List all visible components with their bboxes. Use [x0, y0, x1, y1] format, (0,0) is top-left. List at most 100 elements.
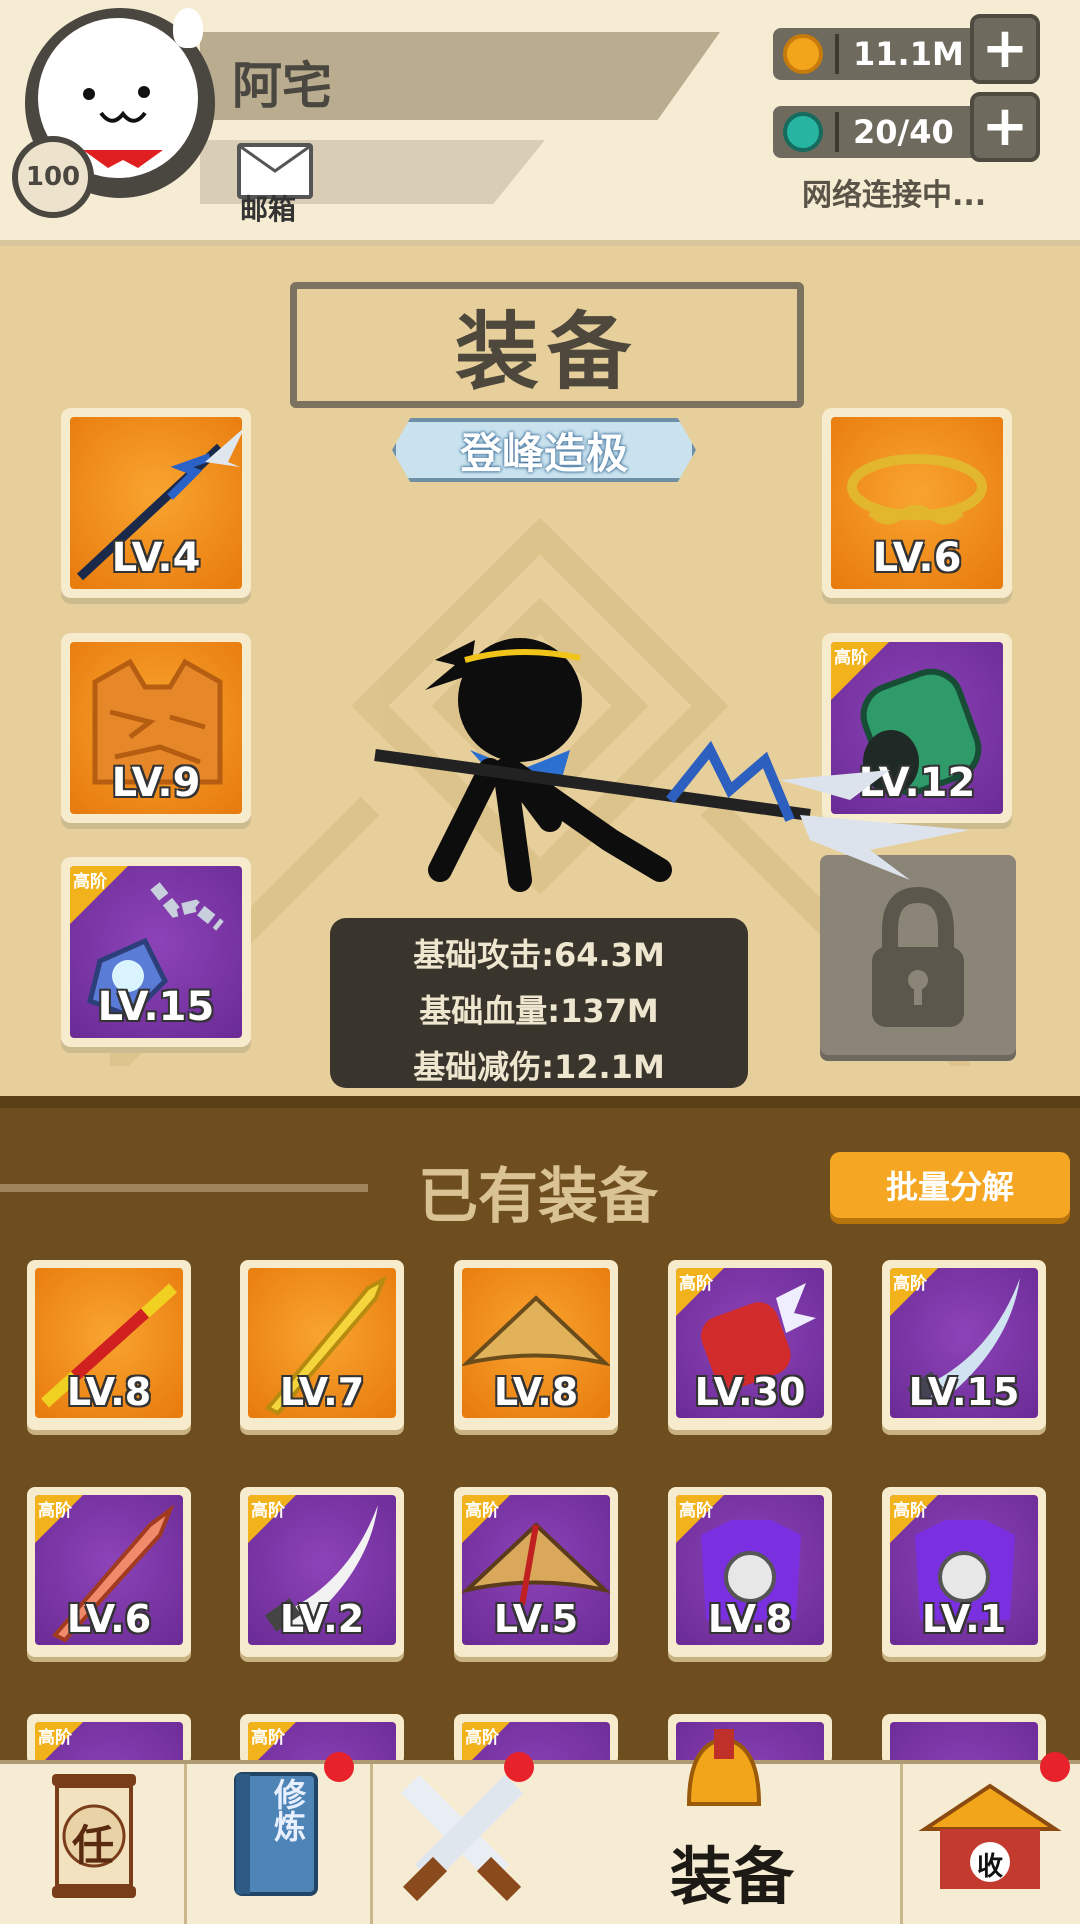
avatar-ear	[173, 8, 203, 48]
inventory-item[interactable]: 高阶	[454, 1714, 618, 1764]
stat-attack: 基础攻击:64.3M	[413, 936, 665, 974]
nav-tab-equipment-active[interactable]: 装备	[554, 1729, 903, 1924]
slot-frame: 高阶 LV.15	[890, 1268, 1038, 1418]
title-line	[0, 1184, 368, 1192]
slot-frame: 高阶 LV.1	[890, 1495, 1038, 1645]
slot-level: LV.2	[279, 1597, 365, 1641]
stat-hp: 基础血量:137M	[419, 992, 659, 1030]
slot-frame: LV.9	[70, 642, 242, 814]
mail-label[interactable]: 邮箱	[240, 188, 296, 228]
active-tab-label: 装备	[670, 1840, 795, 1913]
character-figure	[374, 638, 970, 892]
slot-level: LV.9	[111, 760, 201, 806]
divider	[835, 34, 839, 74]
tier-label: 高阶	[679, 1501, 713, 1521]
crossed-swords-icon	[400, 1774, 524, 1902]
nav-tab-quest[interactable]: 任	[0, 1764, 187, 1924]
owned-title: 已有装备	[418, 1162, 658, 1232]
slot-frame: 高阶 LV.8	[676, 1495, 824, 1645]
slot-level: LV.5	[493, 1597, 579, 1641]
inventory-item[interactable]: 高阶 LV.5	[454, 1487, 618, 1657]
quest-icon-text: 任	[72, 1821, 115, 1870]
slot-frame: LV.4	[70, 417, 242, 589]
slot-frame: LV.8	[462, 1268, 610, 1418]
nav-tab-cultivate[interactable]: 修炼	[184, 1752, 373, 1924]
equip-slot-headband[interactable]: LV.6	[822, 408, 1012, 598]
inventory-item[interactable]: 高阶	[27, 1714, 191, 1764]
inventory-item[interactable]: 高阶 LV.2	[240, 1487, 404, 1657]
coin-amount: 11.1M	[853, 35, 964, 73]
nav-tab-shop[interactable]: 收	[900, 1752, 1080, 1924]
tier-label: 高阶	[465, 1728, 499, 1748]
divider	[0, 1096, 1080, 1108]
rank-banner: 登峰造极	[392, 418, 696, 482]
slot-frame: LV.7	[248, 1268, 396, 1418]
equip-slot-armor[interactable]: LV.9	[61, 633, 251, 823]
inventory-item[interactable]: 高阶 LV.30	[668, 1260, 832, 1430]
inventory-item[interactable]: LV.8	[454, 1260, 618, 1430]
bulk-decompose-button[interactable]: 批量分解	[830, 1152, 1070, 1218]
tier-label: 高阶	[251, 1728, 285, 1748]
pavilion-icon	[918, 1783, 1062, 1889]
helmet-icon	[686, 1729, 762, 1806]
slot-level: LV.1	[921, 1597, 1007, 1641]
gem-amount: 20/40	[853, 113, 954, 151]
tier-label: 高阶	[251, 1501, 285, 1521]
slot-frame	[890, 1722, 1038, 1764]
slot-frame: LV.6	[831, 417, 1003, 589]
add-gems-button[interactable]: +	[970, 92, 1040, 162]
tier-label: 高阶	[73, 872, 107, 892]
inventory-item[interactable]: 高阶	[240, 1714, 404, 1764]
tier-label: 高阶	[679, 1274, 713, 1294]
nav-tab-battle[interactable]	[370, 1752, 557, 1924]
cultivate-icon-text: 修炼	[269, 1778, 307, 1842]
slot-level: LV.6	[872, 535, 962, 581]
equip-slot-weapon[interactable]: LV.4	[61, 408, 251, 598]
slot-level: LV.8	[66, 1370, 152, 1414]
tier-label: 高阶	[38, 1501, 72, 1521]
inventory-item[interactable]: LV.8	[27, 1260, 191, 1430]
tier-label: 高阶	[38, 1728, 72, 1748]
equip-slot-amulet[interactable]: 高阶 LV.15	[61, 857, 251, 1047]
inventory-item[interactable]: 高阶 LV.15	[882, 1260, 1046, 1430]
coin-icon	[783, 34, 823, 74]
notification-dot	[1040, 1752, 1070, 1782]
slot-frame: LV.8	[35, 1268, 183, 1418]
avatar-eye-left	[83, 88, 95, 100]
stat-damage-reduction: 基础减伤:12.1M	[413, 1048, 665, 1086]
inventory-item[interactable]: 高阶 LV.6	[27, 1487, 191, 1657]
avatar-eye-right	[138, 86, 150, 98]
slot-frame: 高阶 LV.2	[248, 1495, 396, 1645]
tier-label: 高阶	[893, 1274, 927, 1294]
slot-frame: 高阶	[35, 1722, 183, 1764]
inventory-item[interactable]: 高阶 LV.1	[882, 1487, 1046, 1657]
tier-label: 高阶	[465, 1501, 499, 1521]
slot-level: LV.8	[707, 1597, 793, 1641]
slot-frame: 高阶	[462, 1722, 610, 1764]
gem-counter: 20/40	[773, 106, 983, 158]
equipment-title: 装备	[290, 282, 804, 408]
slot-frame: 高阶 LV.15	[70, 866, 242, 1038]
slot-level: LV.15	[908, 1370, 1020, 1414]
notification-dot	[504, 1752, 534, 1782]
inventory-item[interactable]: 高阶 LV.8	[668, 1487, 832, 1657]
bottom-nav: 任 修炼 装备 收	[0, 1729, 1080, 1924]
inventory-item[interactable]: LV.7	[240, 1260, 404, 1430]
slot-level: LV.30	[694, 1370, 806, 1414]
player-level-badge: 100	[12, 136, 94, 218]
network-status: 网络连接中...	[802, 178, 987, 213]
slot-level: LV.7	[279, 1370, 365, 1414]
notification-dot	[324, 1752, 354, 1782]
inventory-item[interactable]	[882, 1714, 1046, 1764]
slot-frame: 高阶 LV.5	[462, 1495, 610, 1645]
shop-icon-text: 收	[977, 1852, 1004, 1882]
slot-level: LV.15	[97, 984, 215, 1030]
slot-frame: 高阶 LV.6	[35, 1495, 183, 1645]
slot-frame: 高阶	[248, 1722, 396, 1764]
slot-frame: 高阶 LV.30	[676, 1268, 824, 1418]
slot-level: LV.8	[493, 1370, 579, 1414]
add-coins-button[interactable]: +	[970, 14, 1040, 84]
top-bar: 100 阿宅 邮箱 11.1M + 20/40 + 网络连接中...	[0, 0, 1080, 246]
divider	[835, 112, 839, 152]
energy-gem-icon	[783, 112, 823, 152]
